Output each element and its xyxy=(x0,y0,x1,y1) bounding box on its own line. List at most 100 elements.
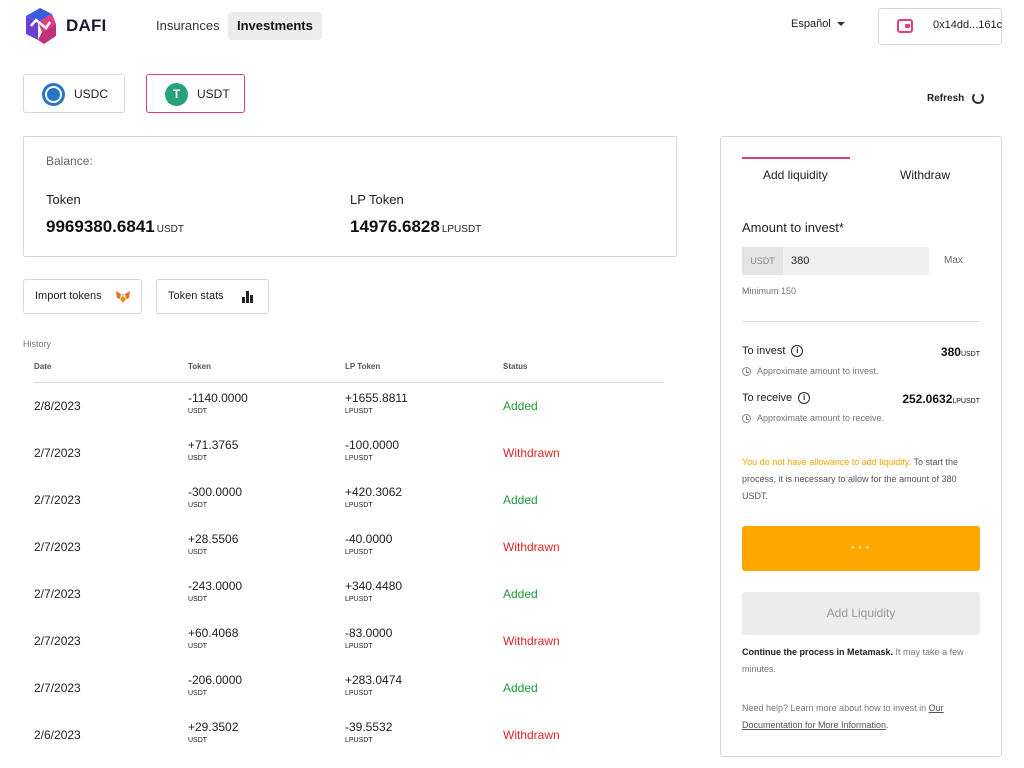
row-lp-unit: LPUSDT xyxy=(345,690,373,697)
top-bar: DAFI Insurances Investments Español 0x14… xyxy=(0,0,1024,56)
row-date: 2/7/2023 xyxy=(34,587,81,601)
table-row: 2/6/2023 +29.3502 USDT -39.5532 LPUSDT Withdr… xyxy=(0,714,700,761)
refresh-icon[interactable] xyxy=(972,92,984,104)
row-token-unit: USDT xyxy=(188,408,208,415)
active-tab-indicator xyxy=(742,157,850,159)
wallet-button[interactable]: 0x14dd...161c xyxy=(878,8,1002,45)
table-row: 2/7/2023 -206.0000 USDT +283.0474 LPUSDT Adde… xyxy=(0,667,700,714)
dafi-logo-icon[interactable] xyxy=(22,6,60,46)
history-label: History xyxy=(23,339,52,349)
amount-currency-prefix: USDT xyxy=(742,247,783,275)
row-lp-value: -100.0000 xyxy=(345,438,400,452)
table-row: 2/7/2023 +28.5506 USDT -40.0000 LPUSDT Withdr… xyxy=(0,526,700,573)
row-lp-value: +420.3062 xyxy=(345,485,403,499)
continue-message: Continue the process in Metamask. It may… xyxy=(742,644,982,678)
to-invest-amount: 380 xyxy=(940,345,961,359)
row-status: Withdrawn xyxy=(503,540,560,554)
help-end: . xyxy=(886,720,889,730)
bar-chart-icon xyxy=(241,291,255,303)
row-lp-unit: LPUSDT xyxy=(345,455,373,462)
row-lp-unit: LPUSDT xyxy=(345,408,373,415)
row-status: Added xyxy=(503,493,538,507)
row-date: 2/7/2023 xyxy=(34,540,81,554)
max-button[interactable]: Max xyxy=(944,255,963,266)
import-tokens-label: Import tokens xyxy=(35,290,102,302)
to-invest-text: To invest xyxy=(742,345,786,357)
row-lp-unit: LPUSDT xyxy=(345,549,373,556)
loading-dots-icon: ● ● ● xyxy=(851,545,871,551)
token-stats-button[interactable]: Token stats xyxy=(156,279,269,314)
usdc-coin-icon xyxy=(42,83,65,106)
row-status: Added xyxy=(503,399,538,413)
language-selector[interactable]: Español xyxy=(791,18,845,30)
approve-button[interactable]: ● ● ● xyxy=(742,526,980,571)
to-receive-label: To receive i xyxy=(742,392,811,405)
row-status: Added xyxy=(503,681,538,695)
table-row: 2/7/2023 -300.0000 USDT +420.3062 LPUSDT Adde… xyxy=(0,479,700,526)
row-token-value: -243.0000 xyxy=(188,579,243,593)
row-token-unit: USDT xyxy=(188,643,208,650)
help-text: Need help? Learn more about how to inves… xyxy=(742,703,929,713)
lp-balance-label: LP Token xyxy=(350,192,404,207)
row-status: Withdrawn xyxy=(503,634,560,648)
to-receive-unit: LPUSDT xyxy=(952,398,980,405)
to-receive-value: 252.0632LPUSDT xyxy=(902,392,980,406)
row-date: 2/8/2023 xyxy=(34,399,81,413)
token-select-usdc[interactable]: USDC xyxy=(23,74,125,113)
row-lp-unit: LPUSDT xyxy=(345,596,373,603)
amount-input-group: USDT xyxy=(742,247,929,275)
info-icon[interactable]: i xyxy=(791,345,804,358)
row-token-value: +28.5506 xyxy=(188,532,239,546)
row-lp-value: +340.4480 xyxy=(345,579,403,593)
column-header-status: Status xyxy=(503,362,528,371)
row-token-value: +29.3502 xyxy=(188,720,239,734)
table-divider xyxy=(34,382,664,383)
clock-icon xyxy=(742,367,751,377)
row-token-unit: USDT xyxy=(188,690,208,697)
amount-input[interactable] xyxy=(783,247,929,275)
refresh-button[interactable]: Refresh xyxy=(927,93,964,104)
nav-tab-investments[interactable]: Investments xyxy=(228,12,322,40)
language-label: Español xyxy=(791,18,831,30)
table-row: 2/7/2023 -243.0000 USDT +340.4480 LPUSDT Adde… xyxy=(0,573,700,620)
row-token-value: +71.3765 xyxy=(188,438,239,452)
to-invest-note-text: Approximate amount to invest. xyxy=(757,366,879,376)
row-token-unit: USDT xyxy=(188,737,208,744)
row-lp-value: -40.0000 xyxy=(345,532,393,546)
chevron-down-icon xyxy=(836,22,845,27)
allowance-warning: You do not have allowance to add liquidi… xyxy=(742,457,912,467)
row-token-unit: USDT xyxy=(188,596,208,603)
row-date: 2/7/2023 xyxy=(34,681,81,695)
token-balance-value: 9969380.6841 USDT xyxy=(46,217,184,237)
import-tokens-button[interactable]: Import tokens xyxy=(23,279,142,314)
to-receive-amount: 252.0632 xyxy=(902,392,953,406)
row-token-unit: USDT xyxy=(188,455,208,462)
to-invest-note: Approximate amount to invest. xyxy=(742,366,879,377)
row-token-value: -1140.0000 xyxy=(188,391,248,405)
liquidity-panel: Add liquidity Withdraw Amount to invest*… xyxy=(720,136,1002,757)
token-balance-label: Token xyxy=(46,192,81,207)
row-date: 2/7/2023 xyxy=(34,634,81,648)
nav-tab-insurances[interactable]: Insurances xyxy=(147,12,229,40)
row-lp-value: -83.0000 xyxy=(345,626,393,640)
to-invest-label: To invest i xyxy=(742,345,804,358)
token-select-usdt[interactable]: T USDT xyxy=(146,74,245,113)
table-row: 2/7/2023 +60.4068 USDT -83.0000 LPUSDT Withdr… xyxy=(0,620,700,667)
lp-balance-unit: LPUSDT xyxy=(441,224,482,235)
add-liquidity-button[interactable]: Add Liquidity xyxy=(742,592,980,635)
row-date: 2/6/2023 xyxy=(34,728,81,742)
to-invest-unit: USDT xyxy=(960,351,980,358)
balance-title: Balance: xyxy=(46,154,93,168)
row-lp-value: -39.5532 xyxy=(345,720,393,734)
row-token-value: -206.0000 xyxy=(188,673,243,687)
tab-add-liquidity[interactable]: Add liquidity xyxy=(763,168,828,182)
amount-label: Amount to invest* xyxy=(742,220,844,235)
brand-name: DAFI xyxy=(66,16,107,35)
token-label: USDC xyxy=(74,87,109,101)
row-token-value: -300.0000 xyxy=(188,485,243,499)
panel-divider xyxy=(742,321,979,322)
usdt-coin-icon: T xyxy=(165,83,188,106)
info-icon[interactable]: i xyxy=(798,392,811,405)
tab-withdraw[interactable]: Withdraw xyxy=(900,168,950,182)
minimum-note: Minimum 150 xyxy=(742,286,797,296)
